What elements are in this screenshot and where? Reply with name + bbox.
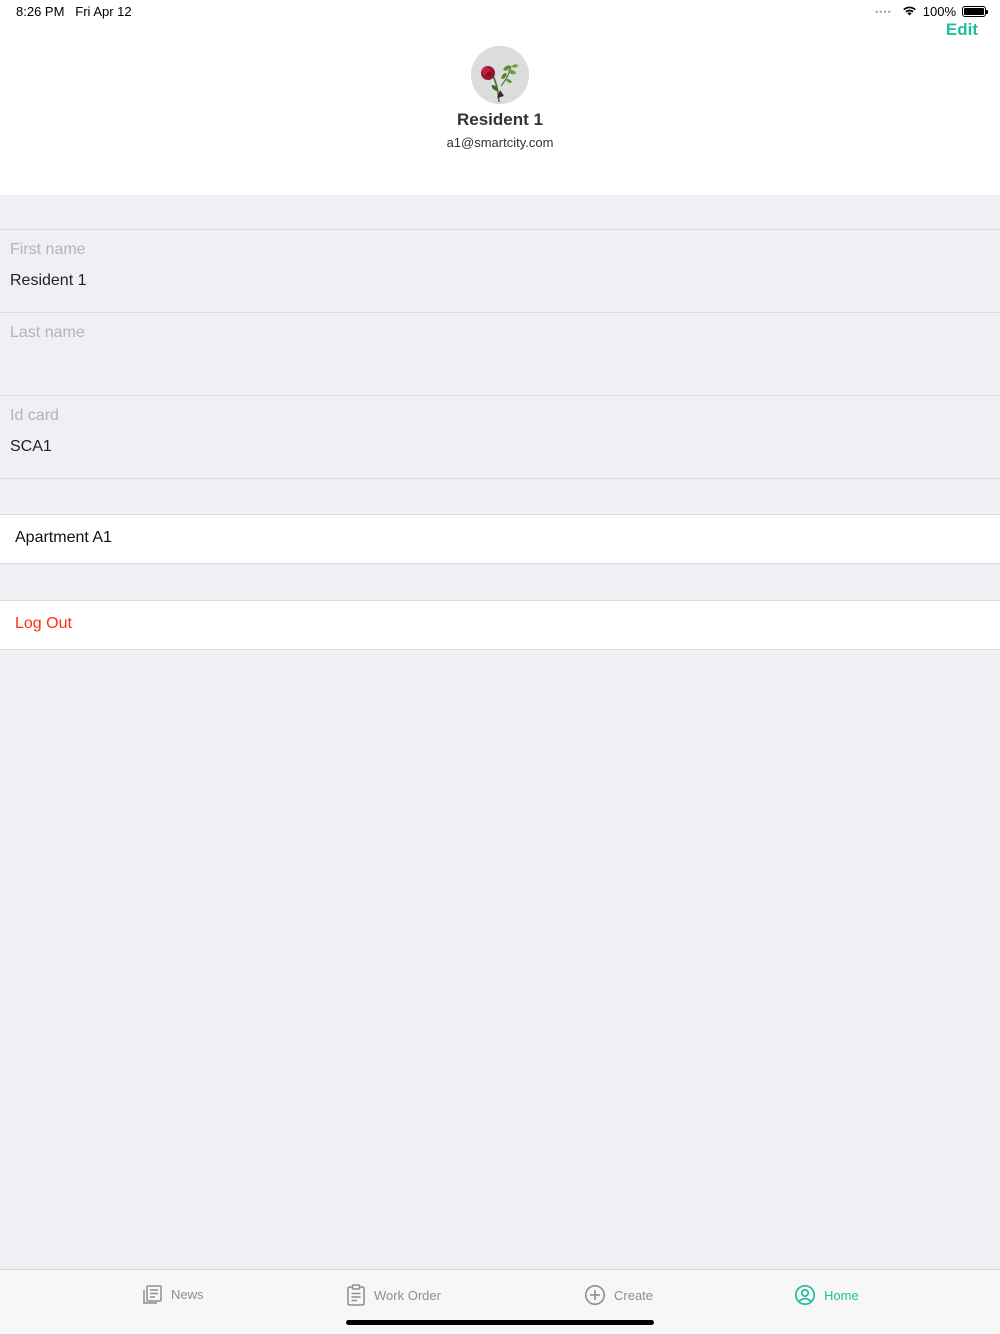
edit-button[interactable]: Edit: [946, 20, 978, 40]
last-name-label: Last name: [10, 324, 85, 341]
status-time: 8:26 PM Fri Apr 12: [16, 4, 132, 19]
apartment-row[interactable]: Apartment A1: [0, 514, 1000, 564]
news-icon: [142, 1284, 163, 1305]
tab-news[interactable]: News: [142, 1284, 204, 1305]
id-card-label: Id card: [10, 407, 59, 424]
first-name-value[interactable]: Resident 1: [10, 272, 87, 290]
tab-work-order-label: Work Order: [374, 1287, 441, 1303]
battery-icon: [962, 6, 988, 17]
divider: [0, 312, 1000, 313]
profile-email: a1@smartcity.com: [446, 135, 554, 150]
tab-create-label: Create: [614, 1287, 654, 1303]
rose-photo-icon: [471, 46, 529, 104]
tab-create[interactable]: Create: [584, 1284, 653, 1306]
tab-home-label: Home: [824, 1287, 859, 1303]
user-circle-icon: [794, 1284, 816, 1306]
wifi-icon: [902, 4, 917, 19]
first-name-label: First name: [10, 241, 86, 258]
apartment-label: Apartment A1: [15, 529, 112, 546]
status-bar: 8:26 PM Fri Apr 12 •••• 100%: [0, 0, 1000, 24]
status-date-text: Fri Apr 12: [75, 4, 132, 19]
status-indicators: •••• 100%: [875, 4, 988, 19]
logout-label: Log Out: [15, 615, 72, 632]
divider: [0, 395, 1000, 396]
avatar: [471, 46, 529, 104]
tab-work-order[interactable]: Work Order: [346, 1284, 441, 1306]
profile-name: Resident 1: [457, 110, 543, 129]
tab-home[interactable]: Home: [794, 1284, 859, 1306]
home-indicator: [346, 1320, 654, 1325]
divider: [0, 229, 1000, 230]
logout-button[interactable]: Log Out: [0, 600, 1000, 650]
clipboard-icon: [346, 1284, 366, 1306]
profile-header: Edit Resident 1 a1@smartcity.com: [0, 20, 1000, 195]
plus-circle-icon: [584, 1284, 606, 1306]
signal-icon: ••••: [875, 6, 892, 17]
divider: [0, 478, 1000, 479]
tab-news-label: News: [171, 1287, 204, 1302]
status-time-text: 8:26 PM: [16, 4, 65, 19]
battery-percentage: 100%: [922, 4, 956, 19]
id-card-value[interactable]: SCA1: [10, 438, 52, 456]
